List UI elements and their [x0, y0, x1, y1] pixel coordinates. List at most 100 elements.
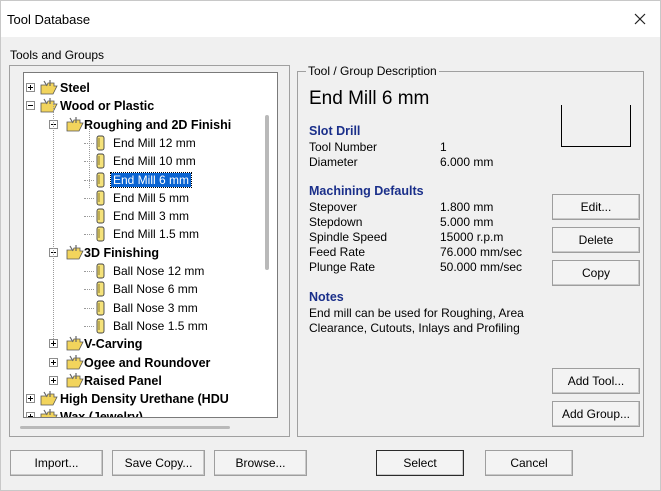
tree-connector [84, 289, 94, 291]
delete-button[interactable]: Delete [552, 227, 640, 253]
tree-group-item[interactable]: Wax (Jewelry) [24, 408, 277, 417]
tree-connector [84, 325, 94, 327]
description-legend: Tool / Group Description [306, 64, 439, 78]
plunge-rate-value: 50.000 mm/sec [440, 260, 523, 274]
tree-tool-item[interactable]: End Mill 3 mm [24, 207, 277, 225]
tool-icon [96, 318, 105, 334]
tree-item-label: Roughing and 2D Finishi [84, 117, 232, 132]
window-title: Tool Database [7, 12, 91, 27]
tree-tool-item[interactable]: End Mill 12 mm [24, 134, 277, 152]
tree-item-label: Raised Panel [84, 373, 162, 388]
notes-heading: Notes [309, 290, 344, 304]
tree-tool-item[interactable]: Ball Nose 6 mm [24, 280, 277, 298]
tree-group-item[interactable]: Steel [24, 79, 277, 97]
tool-tree[interactable]: Steel Wood or Plastic Roughing and 2D Fini… [23, 72, 278, 418]
diameter-label: Diameter [309, 155, 358, 169]
tool-group-icon [66, 372, 84, 388]
tool-group-icon [66, 244, 84, 260]
save-copy-button[interactable]: Save Copy... [112, 450, 205, 476]
tree-item-label: Ball Nose 6 mm [113, 282, 198, 297]
select-button[interactable]: Select [376, 450, 464, 476]
tree-tool-item[interactable]: Ball Nose 12 mm [24, 262, 277, 280]
tools-groups-label: Tools and Groups [10, 48, 105, 62]
add-tool-button[interactable]: Add Tool... [552, 368, 640, 394]
stepover-label: Stepover [309, 200, 358, 214]
tool-icon [96, 153, 105, 169]
expand-icon[interactable] [49, 375, 58, 385]
tree-connector [84, 271, 94, 272]
tree-connector [84, 216, 94, 218]
close-icon [634, 13, 646, 25]
tree-item-label: End Mill 10 mm [113, 154, 196, 169]
tree-tool-item[interactable]: End Mill 10 mm [24, 152, 277, 170]
tree-tool-item[interactable]: End Mill 6 mm [24, 171, 277, 189]
tree-vertical-scrollbar[interactable] [265, 115, 269, 270]
feed-rate-label: Feed Rate [309, 245, 366, 259]
tool-group-icon [40, 98, 58, 113]
tool-icon [96, 208, 105, 224]
tool-group-icon [40, 409, 58, 417]
tools-groups-frame: Steel Wood or Plastic Roughing and 2D Fini… [9, 65, 290, 437]
expand-icon[interactable] [49, 357, 58, 367]
tree-horizontal-scrollbar[interactable] [20, 426, 230, 429]
tool-group-icon [66, 354, 84, 369]
tree-group-item[interactable]: Roughing and 2D Finishi [24, 116, 277, 134]
tree-tool-item[interactable]: End Mill 1.5 mm [24, 225, 277, 243]
copy-button[interactable]: Copy [552, 260, 640, 286]
tool-profile-preview [561, 105, 631, 147]
tree-group-item[interactable]: 3D Finishing [24, 244, 277, 262]
tool-name: End Mill 6 mm [309, 88, 430, 109]
tool-number-label: Tool Number [309, 140, 378, 154]
tree-group-item[interactable]: High Density Urethane (HDU [24, 390, 277, 408]
tree-group-item[interactable]: V-Carving [24, 335, 277, 353]
edit-button[interactable]: Edit... [552, 194, 640, 220]
tool-icon [96, 135, 105, 151]
tree-item-label: End Mill 5 mm [113, 190, 190, 205]
tree-item-label: Ball Nose 12 mm [113, 264, 205, 278]
tool-icon [96, 172, 105, 187]
spindle-speed-label: Spindle Speed [309, 230, 388, 244]
tree-item-label: V-Carving [84, 337, 143, 352]
title-bar[interactable]: Tool Database [1, 1, 660, 37]
tool-group-icon [40, 391, 58, 406]
tree-item-label: High Density Urethane (HDU [60, 392, 229, 407]
tree-connector [84, 197, 94, 199]
notes-text: End mill can be used for Roughing, Area … [309, 306, 524, 335]
tree-connector [84, 234, 94, 236]
tree-item-label: 3D Finishing [84, 245, 159, 260]
tool-type-heading: Slot Drill [309, 124, 361, 138]
tree-group-item[interactable]: Wood or Plastic [24, 97, 277, 115]
tree-item-label: End Mill 3 mm [113, 209, 190, 224]
tool-number-value: 1 [440, 140, 447, 154]
import-button[interactable]: Import... [10, 450, 103, 476]
stepdown-label: Stepdown [309, 215, 363, 229]
tool-icon [96, 300, 105, 316]
tool-icon [96, 190, 105, 206]
feed-rate-value: 76.000 mm/sec [440, 245, 523, 259]
tree-connector [53, 103, 54, 341]
tool-group-icon [66, 336, 84, 351]
tree-item-label: Ogee and Roundover [84, 355, 211, 370]
tree-group-item[interactable]: Ogee and Roundover [24, 354, 277, 372]
tree-tool-item[interactable]: End Mill 5 mm [24, 189, 277, 207]
expand-icon[interactable] [26, 412, 35, 417]
collapse-icon[interactable] [26, 101, 35, 111]
tool-group-icon [40, 80, 58, 95]
stepover-value: 1.800 mm [440, 200, 494, 214]
cancel-button[interactable]: Cancel [485, 450, 573, 476]
tool-icon [96, 226, 105, 242]
expand-icon[interactable] [26, 83, 35, 92]
tree-tool-item[interactable]: Ball Nose 3 mm [24, 299, 277, 317]
tree-item-label: Ball Nose 1.5 mm [113, 318, 208, 333]
tool-group-icon [66, 116, 84, 131]
browse-button[interactable]: Browse... [214, 450, 307, 476]
tree-item-label: Ball Nose 3 mm [113, 300, 198, 315]
plunge-rate-label: Plunge Rate [309, 260, 376, 274]
add-group-button[interactable]: Add Group... [552, 401, 640, 427]
tree-tool-item[interactable]: Ball Nose 1.5 mm [24, 317, 277, 335]
tree-group-item[interactable]: Raised Panel [24, 372, 277, 390]
close-button[interactable] [620, 1, 660, 37]
tool-icon [96, 263, 105, 279]
expand-icon[interactable] [26, 394, 35, 404]
machining-defaults-heading: Machining Defaults [309, 184, 424, 198]
